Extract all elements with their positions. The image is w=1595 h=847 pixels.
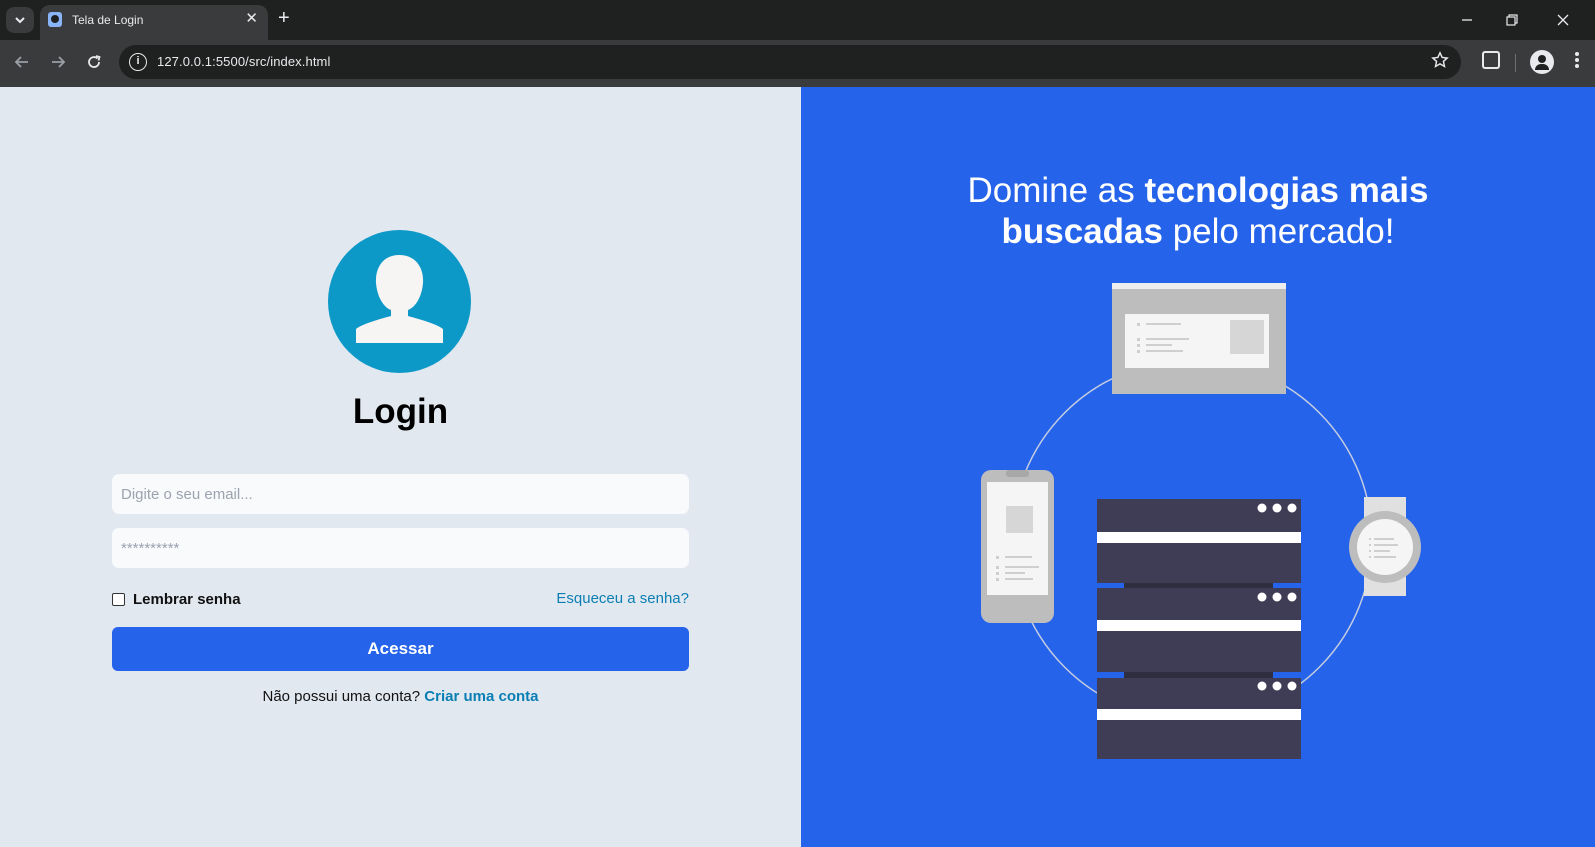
remember-label: Lembrar senha	[133, 591, 241, 608]
hero-panel: Domine as tecnologias mais buscadas pelo…	[801, 87, 1595, 847]
page-content: Login Lembrar senha Esqueceu a senha? Ac…	[0, 87, 1595, 847]
url-text[interactable]: 127.0.0.1:5500/src/index.html	[157, 54, 330, 69]
email-input[interactable]	[112, 474, 689, 514]
restore-icon[interactable]	[1506, 14, 1518, 26]
address-bar[interactable]: i 127.0.0.1:5500/src/index.html	[119, 45, 1461, 79]
arrow-right-icon[interactable]	[48, 52, 68, 72]
user-icon	[356, 255, 443, 343]
signup-text: Não possui uma conta?	[262, 688, 421, 705]
close-window-icon[interactable]	[1557, 14, 1569, 26]
close-tab-icon[interactable]: ✕	[245, 11, 258, 26]
new-tab-button[interactable]: +	[278, 8, 290, 28]
smartwatch-graphic	[1349, 497, 1421, 596]
password-input[interactable]	[112, 528, 689, 568]
tab-search-button[interactable]	[6, 7, 34, 33]
forgot-password-link[interactable]: Esqueceu a senha?	[556, 590, 689, 607]
phone-graphic	[981, 470, 1054, 623]
browser-tab-bar: Tela de Login ✕ +	[0, 0, 1595, 40]
signup-prompt: Não possui uma conta? Criar uma conta	[0, 688, 801, 705]
tech-illustration	[981, 283, 1421, 759]
login-title: Login	[352, 392, 449, 431]
browser-toolbar: i 127.0.0.1:5500/src/index.html	[0, 40, 1595, 87]
arrow-left-icon[interactable]	[12, 52, 32, 72]
server-stack-graphic	[1097, 499, 1301, 759]
signup-link[interactable]: Criar uma conta	[424, 688, 538, 705]
avatar	[328, 230, 471, 373]
remember-checkbox[interactable]	[112, 593, 125, 606]
reload-icon[interactable]	[84, 52, 104, 72]
star-icon[interactable]	[1431, 51, 1449, 69]
toolbar-divider	[1515, 54, 1516, 72]
submit-button[interactable]: Acessar	[112, 627, 689, 671]
profile-icon[interactable]	[1530, 50, 1554, 74]
minimize-icon[interactable]	[1461, 14, 1473, 26]
puzzle-icon[interactable]	[1482, 51, 1500, 69]
chevron-down-icon	[15, 17, 25, 24]
favicon-icon	[48, 12, 62, 27]
tab-title: Tela de Login	[72, 13, 144, 27]
browser-tab[interactable]: Tela de Login ✕	[40, 5, 268, 40]
login-panel: Login Lembrar senha Esqueceu a senha? Ac…	[0, 87, 801, 847]
remember-password[interactable]: Lembrar senha	[112, 591, 241, 608]
browser-window-graphic	[1112, 283, 1286, 394]
info-icon[interactable]: i	[129, 53, 147, 71]
more-vert-icon[interactable]	[1574, 50, 1580, 70]
